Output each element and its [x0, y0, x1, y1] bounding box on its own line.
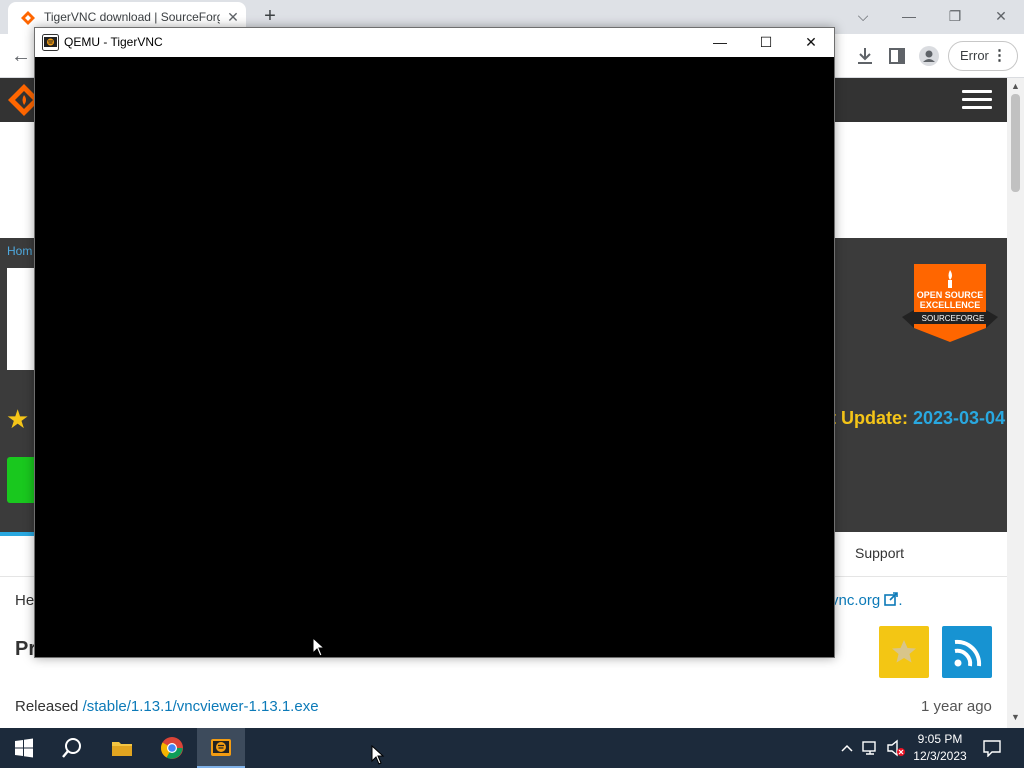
mouse-cursor-icon — [371, 745, 385, 765]
tigervnc-icon — [211, 739, 231, 756]
back-button[interactable]: ← — [8, 43, 34, 69]
badge-line2: EXCELLENCE — [920, 300, 981, 310]
file-explorer-button[interactable] — [98, 728, 146, 768]
scroll-thumb[interactable] — [1011, 94, 1020, 192]
chrome-icon — [161, 737, 183, 759]
active-tab-indicator — [0, 532, 34, 536]
chrome-button[interactable] — [148, 728, 196, 768]
description-text: He — [15, 592, 35, 609]
tab-title: TigerVNC download | SourceForge.net — [44, 10, 220, 24]
project-activity-heading: Pr — [15, 638, 37, 660]
scroll-down-icon[interactable]: ▼ — [1011, 712, 1020, 722]
tab-close-icon[interactable]: ✕ — [224, 8, 242, 26]
vnc-maximize-button[interactable]: ☐ — [743, 28, 789, 57]
external-link-icon — [884, 592, 899, 606]
scroll-up-icon[interactable]: ▲ — [1011, 81, 1020, 91]
show-hidden-icons-icon[interactable] — [840, 741, 854, 755]
profile-avatar-icon[interactable] — [917, 44, 941, 68]
browser-restore-button[interactable]: ❐ — [932, 2, 978, 30]
open-source-excellence-badge[interactable]: OPEN SOURCE EXCELLENCE SOURCEFORGE — [902, 262, 998, 344]
last-update: t Update: 2023-03-04 — [830, 408, 1005, 429]
star-icon — [892, 640, 916, 663]
tigervnc-taskbar-button[interactable] — [197, 728, 245, 768]
side-panel-icon[interactable] — [885, 44, 909, 68]
error-chip-label: Error — [960, 48, 989, 63]
download-button[interactable] — [7, 457, 37, 503]
clock-date[interactable]: 12/3/2023 — [900, 749, 980, 763]
rss-feed-button[interactable] — [942, 626, 992, 678]
windows-taskbar: 9:05 PM 12/3/2023 — [0, 728, 1024, 768]
badge-line1: OPEN SOURCE — [917, 290, 984, 300]
breadcrumb-home-link[interactable]: Hom — [7, 244, 32, 258]
error-chip-button[interactable]: Error ⋮ — [948, 41, 1018, 71]
follow-button[interactable] — [879, 626, 929, 678]
tigervnc-window[interactable]: QEMU - TigerVNC — ☐ ✕ — [34, 27, 835, 658]
homepage-link[interactable]: vnc.org . — [831, 592, 903, 609]
badge-brand: SOURCEFORGE — [922, 314, 985, 323]
vnc-minimize-button[interactable]: — — [697, 28, 743, 57]
tigervnc-app-icon — [42, 34, 59, 51]
clock-time[interactable]: 9:05 PM — [900, 732, 980, 746]
star-rating-icon[interactable]: ★ — [6, 404, 29, 435]
vnc-close-button[interactable]: ✕ — [788, 28, 834, 57]
tab-search-dropdown-icon[interactable]: ⌵ — [840, 2, 886, 30]
vnc-window-title: QEMU - TigerVNC — [64, 35, 163, 49]
notifications-icon[interactable] — [982, 739, 1002, 757]
folder-icon — [112, 742, 132, 756]
release-file-link[interactable]: /stable/1.13.1/vncviewer-1.13.1.exe — [83, 698, 319, 715]
release-entry: Released /stable/1.13.1/vncviewer-1.13.1… — [15, 698, 319, 715]
last-update-date: 2023-03-04 — [913, 408, 1006, 428]
sourceforge-favicon-icon — [21, 11, 35, 25]
windows-logo-icon — [15, 738, 33, 758]
vnc-title-bar[interactable]: QEMU - TigerVNC — ☐ ✕ — [35, 28, 834, 57]
download-icon[interactable] — [853, 44, 877, 68]
search-button[interactable] — [48, 728, 96, 768]
hamburger-menu-icon[interactable] — [962, 90, 992, 112]
tab-support[interactable]: Support — [855, 545, 904, 561]
browser-menu-icon[interactable]: ⋮ — [992, 42, 1007, 70]
start-button[interactable] — [0, 728, 48, 768]
page-scrollbar[interactable]: ▲ ▼ — [1007, 78, 1024, 728]
search-icon — [62, 738, 81, 758]
new-tab-button[interactable]: + — [258, 5, 282, 29]
released-label: Released — [15, 698, 79, 715]
homepage-link-text: vnc.org — [831, 592, 881, 609]
mouse-cursor-icon — [312, 637, 326, 657]
last-update-label: t Update: — [830, 408, 913, 428]
browser-minimize-button[interactable]: — — [886, 2, 932, 30]
network-icon[interactable] — [862, 740, 880, 756]
browser-close-button[interactable]: ✕ — [978, 2, 1024, 30]
rss-icon — [954, 639, 982, 667]
release-time-ago: 1 year ago — [921, 698, 992, 715]
vnc-remote-screen[interactable] — [35, 57, 834, 657]
project-icon-image — [7, 268, 37, 370]
